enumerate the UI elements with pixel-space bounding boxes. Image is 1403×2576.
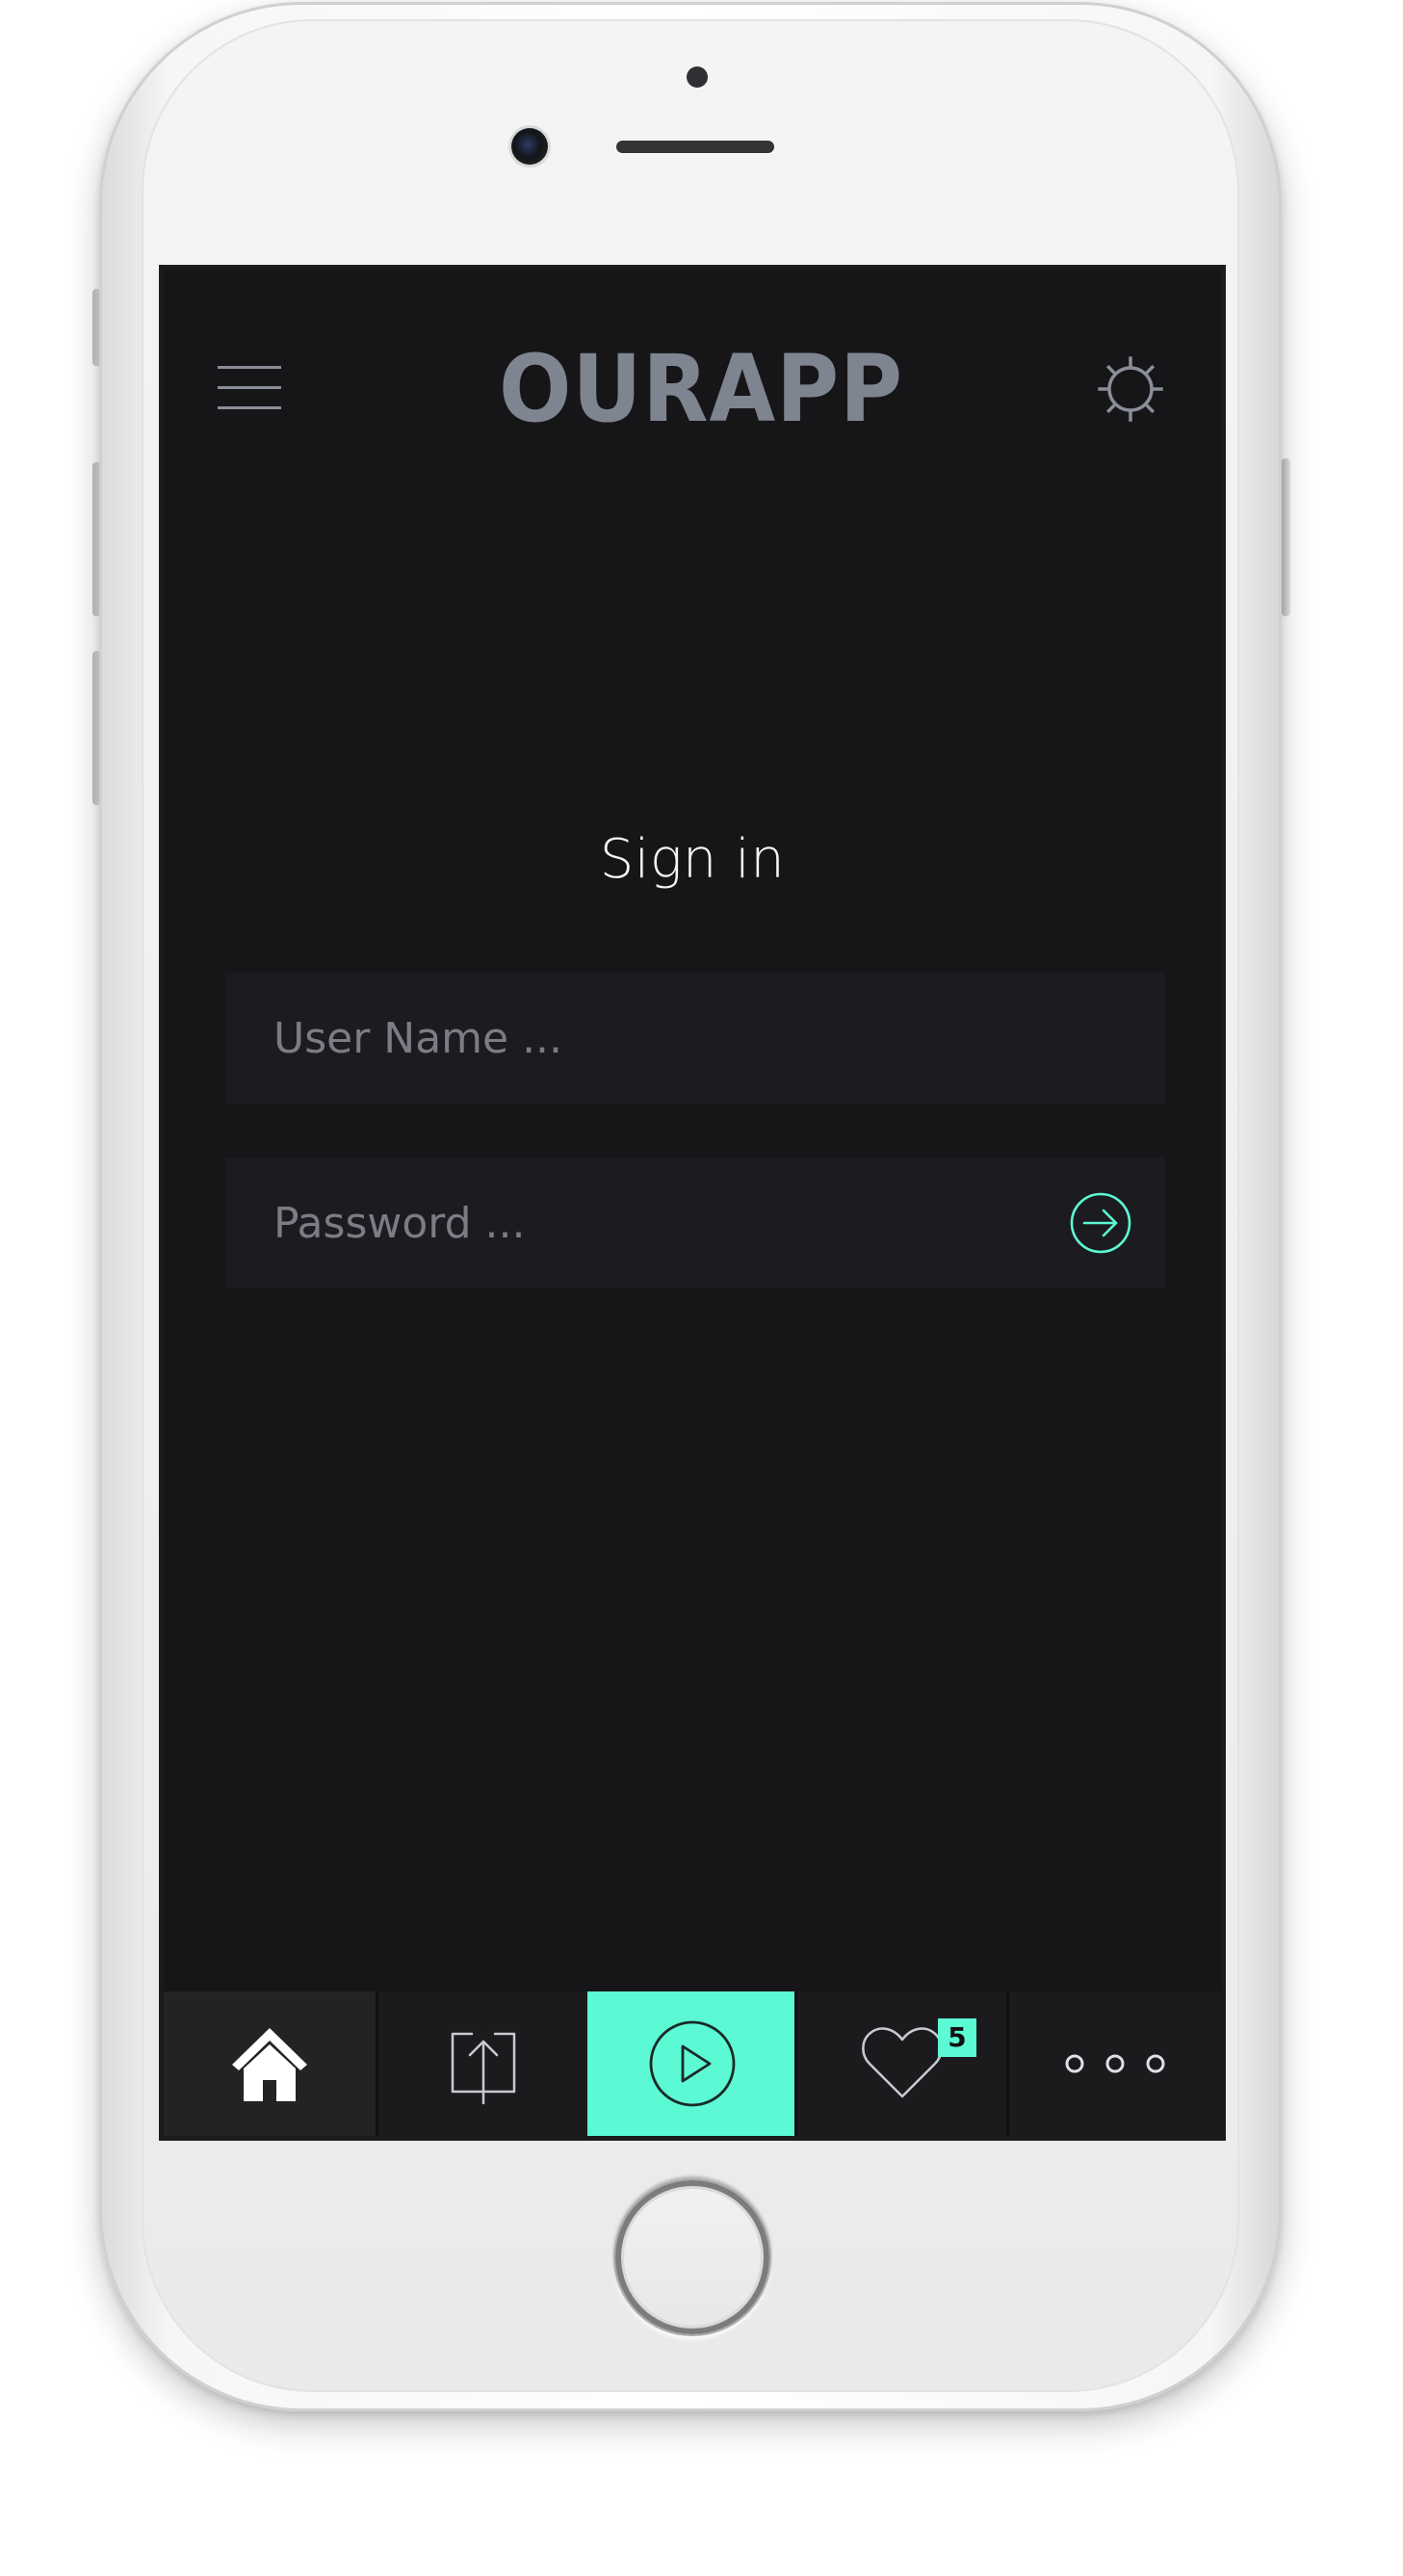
app-logo: OURAPP: [499, 342, 903, 434]
more-dots-icon: [1065, 2054, 1165, 2073]
app-screen: OURAPP Sign in User Name ... 5: [164, 270, 1221, 2136]
likes-count-badge: 5: [938, 2018, 976, 2057]
password-input[interactable]: [225, 1158, 1165, 1288]
tab-more[interactable]: [1006, 1991, 1221, 2136]
play-icon: [649, 2020, 736, 2107]
hamburger-menu-icon: [218, 366, 281, 369]
home-icon: [232, 2028, 307, 2101]
username-input[interactable]: [225, 973, 1165, 1104]
tab-upload[interactable]: [376, 1991, 587, 2136]
front-camera: [511, 128, 548, 165]
username-field: [225, 973, 1165, 1104]
menu-icon-line: [218, 406, 281, 409]
password-field: [225, 1158, 1165, 1288]
submit-button[interactable]: [1069, 1191, 1132, 1255]
proximity-sensor: [687, 66, 708, 88]
heart-icon: [861, 2027, 943, 2098]
home-button[interactable]: [613, 2178, 771, 2336]
app-logo-text: OURAPP: [499, 342, 903, 434]
device-mockup: OURAPP Sign in User Name ... 5: [0, 0, 1403, 2576]
menu-button[interactable]: [218, 366, 281, 410]
signin-title: Sign in: [599, 828, 786, 891]
settings-button[interactable]: [1096, 354, 1165, 424]
menu-icon-line: [218, 386, 281, 389]
gear-icon: [1098, 356, 1163, 422]
tab-play[interactable]: [587, 1991, 794, 2136]
earpiece-speaker: [616, 141, 774, 153]
arrow-right-circle-icon: [1070, 1192, 1131, 1254]
tab-likes[interactable]: 5: [794, 1991, 1006, 2136]
bottom-tab-bar: 5: [164, 1991, 1221, 2136]
top-bar: OURAPP: [164, 270, 1221, 434]
upload-icon: [451, 2032, 515, 2105]
tab-home[interactable]: [164, 1991, 376, 2136]
power-button: [1282, 458, 1290, 616]
